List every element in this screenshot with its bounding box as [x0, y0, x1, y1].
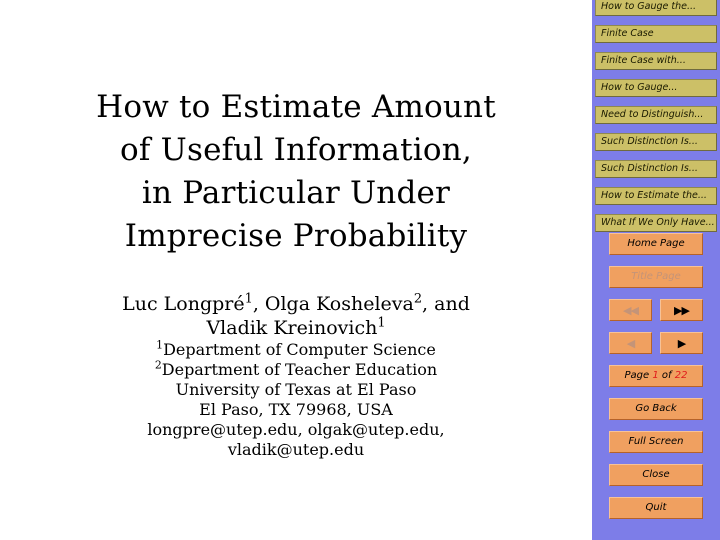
quit-button[interactable]: Quit — [609, 497, 703, 519]
author-line-1: Luc Longpré1, Olga Kosheleva2, and — [0, 292, 592, 316]
author-kreinovich: Vladik Kreinovich — [206, 317, 378, 339]
author-kreinovich-affil-marker: 1 — [377, 315, 386, 331]
home-page-button[interactable]: Home Page — [609, 233, 703, 255]
sidebar-item-finite-case[interactable]: Finite Case — [595, 25, 717, 43]
affiliation-line-3: University of Texas at El Paso — [175, 380, 417, 399]
affiliation-line-2: 2Department of Teacher Education — [0, 360, 592, 380]
author-block: Luc Longpré1, Olga Kosheleva2, and Vladi… — [0, 292, 592, 460]
sidebar-item-how-to-estimate-the[interactable]: How to Estimate the... — [595, 187, 717, 205]
page-nav-row: ◀ ▶ — [609, 332, 703, 354]
page-indicator-button[interactable]: Page 1 of 22 — [609, 365, 703, 387]
sidebar-item-such-distinction-is-2[interactable]: Such Distinction Is... — [595, 160, 717, 178]
sidebar-item-how-to-gauge[interactable]: How to Gauge... — [595, 79, 717, 97]
close-button[interactable]: Close — [609, 464, 703, 486]
slide-body: How to Estimate Amount of Useful Informa… — [0, 86, 592, 460]
title-line-4: Imprecise Probability — [124, 218, 468, 254]
next-section-button[interactable]: ▶▶ — [660, 299, 703, 321]
title-line-3: in Particular Under — [141, 175, 451, 211]
slide-content-area: How to Estimate Amount of Useful Informa… — [0, 0, 592, 540]
prev-section-button: ◀◀ — [609, 299, 652, 321]
sidebar-item-need-to-distinguish[interactable]: Need to Distinguish... — [595, 106, 717, 124]
title-line-1: How to Estimate Amount — [96, 89, 496, 125]
navigation-sidebar: How to Gauge the... Finite Case Finite C… — [592, 0, 720, 540]
section-nav-row: ◀◀ ▶▶ — [609, 299, 703, 321]
author-line-1-tail: , and — [422, 293, 470, 315]
affiliation-2-text: Department of Teacher Education — [161, 360, 438, 379]
presentation-viewer: How to Estimate Amount of Useful Informa… — [0, 0, 720, 540]
double-right-arrow-icon: ▶▶ — [674, 303, 690, 317]
next-page-button[interactable]: ▶ — [660, 332, 703, 354]
author-kosheleva-affil-marker: 2 — [413, 291, 423, 307]
affiliation-2-marker: 2 — [154, 358, 162, 372]
section-nav-list: How to Gauge the... Finite Case Finite C… — [592, 0, 720, 241]
title-page-button: Title Page — [609, 266, 703, 288]
go-back-button[interactable]: Go Back — [609, 398, 703, 420]
page-title: How to Estimate Amount of Useful Informa… — [0, 86, 592, 258]
full-screen-button[interactable]: Full Screen — [609, 431, 703, 453]
page-total: 22 — [674, 370, 688, 381]
prev-page-button: ◀ — [609, 332, 652, 354]
left-arrow-icon: ◀ — [626, 336, 636, 350]
author-kosheleva: , Olga Kosheleva — [252, 293, 414, 315]
viewer-controls: Home Page Title Page ◀◀ ▶▶ ◀ ▶ Page 1 of… — [592, 233, 720, 530]
page-indicator: Page 1 of 22 — [625, 370, 688, 381]
double-left-arrow-icon: ◀◀ — [623, 303, 639, 317]
affiliation-line-1: 1Department of Computer Science — [0, 340, 592, 360]
author-longpre-affil-marker: 1 — [244, 291, 253, 307]
page-of-word: of — [661, 370, 672, 381]
sidebar-item-what-if-we-only-have[interactable]: What If We Only Have... — [595, 214, 717, 232]
sidebar-item-how-to-gauge-the[interactable]: How to Gauge the... — [595, 0, 717, 16]
author-longpre: Luc Longpré — [122, 293, 245, 315]
page-word: Page — [624, 370, 650, 381]
sidebar-item-finite-case-with[interactable]: Finite Case with... — [595, 52, 717, 70]
email-line-1: longpre@utep.edu, olgak@utep.edu, — [147, 420, 445, 439]
affiliation-line-4: El Paso, TX 79968, USA — [199, 400, 393, 419]
right-arrow-icon: ▶ — [677, 336, 687, 350]
email-line-2: vladik@utep.edu — [227, 440, 365, 459]
page-current: 1 — [652, 370, 659, 381]
sidebar-item-such-distinction-is-1[interactable]: Such Distinction Is... — [595, 133, 717, 151]
title-line-2: of Useful Information, — [120, 132, 472, 168]
affiliation-1-text: Department of Computer Science — [163, 340, 436, 359]
author-line-2: Vladik Kreinovich1 — [0, 316, 592, 340]
